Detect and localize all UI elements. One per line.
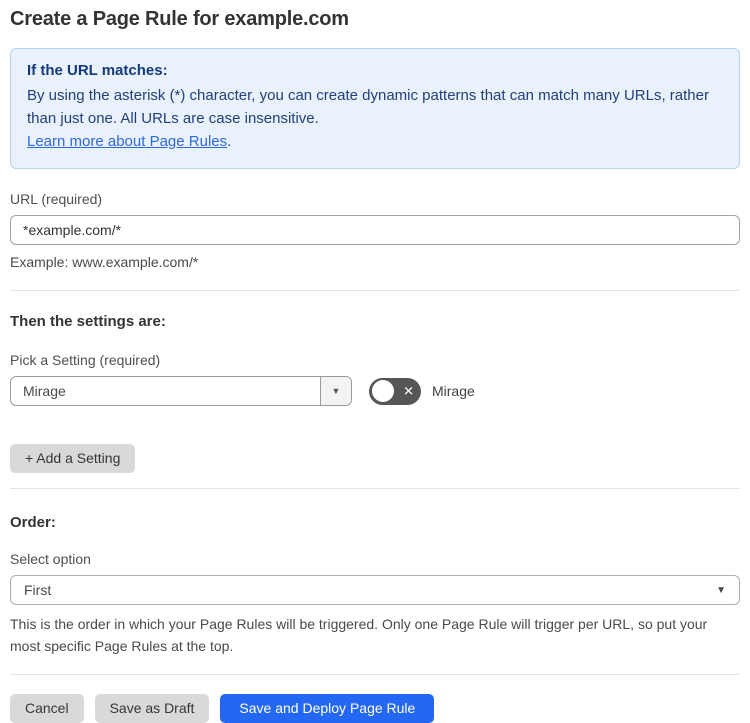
- page-title: Create a Page Rule for example.com: [10, 8, 349, 30]
- learn-more-link[interactable]: Learn more about Page Rules: [27, 133, 227, 150]
- order-heading: Order:: [10, 514, 56, 531]
- pick-setting-label: Pick a Setting (required): [10, 352, 161, 368]
- toggle-setting-label: Mirage: [432, 383, 475, 399]
- setting-dropdown[interactable]: Mirage ▼: [10, 376, 352, 406]
- url-example-hint: Example: www.example.com/*: [10, 254, 199, 270]
- setting-dropdown-arrow-button[interactable]: ▼: [320, 377, 351, 405]
- info-box-link-line: Learn more about Page Rules.: [27, 130, 723, 153]
- select-option-label: Select option: [10, 551, 91, 567]
- order-help-text: This is the order in which your Page Rul…: [10, 616, 708, 654]
- url-input[interactable]: [10, 215, 740, 245]
- divider: [10, 290, 740, 291]
- url-label: URL (required): [10, 191, 103, 207]
- mirage-toggle[interactable]: ✕: [369, 377, 421, 405]
- order-select-value: First: [24, 582, 52, 598]
- info-box-heading: If the URL matches:: [27, 62, 168, 79]
- settings-heading: Then the settings are:: [10, 313, 166, 330]
- setting-dropdown-value: Mirage: [23, 383, 66, 399]
- toggle-knob: [372, 379, 394, 402]
- divider: [10, 488, 740, 489]
- toggle-off-x-icon: ✕: [403, 383, 414, 399]
- info-box-body: By using the asterisk (*) character, you…: [27, 87, 709, 127]
- save-as-draft-button[interactable]: Save as Draft: [94, 694, 210, 723]
- add-setting-button[interactable]: + Add a Setting: [10, 444, 136, 473]
- url-match-info-box: If the URL matches: By using the asteris…: [10, 48, 740, 169]
- chevron-down-icon: ▼: [716, 584, 726, 596]
- chevron-down-icon: ▼: [331, 386, 341, 396]
- cancel-button[interactable]: Cancel: [10, 694, 84, 723]
- save-and-deploy-button[interactable]: Save and Deploy Page Rule: [220, 694, 435, 723]
- link-suffix: .: [227, 133, 232, 150]
- form-actions: Cancel Save as Draft Save and Deploy Pag…: [10, 694, 740, 723]
- setting-row: Mirage ▼ ✕ Mirage: [10, 376, 740, 406]
- create-page-rule-form: Create a Page Rule for example.com If th…: [0, 0, 750, 723]
- divider: [10, 674, 740, 675]
- order-select[interactable]: First ▼: [10, 575, 740, 605]
